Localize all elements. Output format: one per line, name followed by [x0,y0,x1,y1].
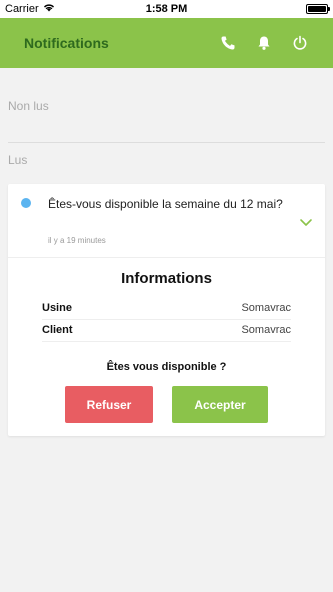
page-title: Notifications [24,35,109,51]
section-unread-label: Non lus [8,99,49,113]
app-bar: Notifications [0,18,333,68]
detail-row-client: Client Somavrac [42,320,291,340]
accept-button[interactable]: Accepter [172,386,268,423]
detail-label: Usine [42,302,72,314]
bell-icon[interactable] [255,34,273,52]
refuse-button[interactable]: Refuser [65,386,153,423]
detail-row-usine: Usine Somavrac [42,298,291,318]
power-icon[interactable] [291,34,309,52]
notification-card[interactable]: Êtes-vous disponible la semaine du 12 ma… [8,184,325,436]
row-divider [42,341,291,342]
chevron-down-icon[interactable] [299,218,313,228]
detail-value: Somavrac [241,302,291,314]
section-read-label: Lus [8,153,28,167]
availability-question: Êtes vous disponible ? [106,361,227,373]
app-bar-actions [219,34,309,52]
card-divider [8,257,325,258]
unread-dot [21,198,31,208]
notification-time: il y a 19 minutes [48,236,106,245]
detail-label: Client [42,324,73,336]
details-title: Informations [121,270,212,287]
phone-icon[interactable] [219,34,237,52]
detail-value: Somavrac [241,324,291,336]
section-divider [8,142,325,143]
carrier-label: Carrier [5,3,39,15]
status-left: Carrier [5,3,55,15]
battery-icon [306,4,330,14]
status-bar: Carrier 1:58 PM [0,0,333,18]
battery-level [308,6,326,12]
wifi-icon [43,3,55,15]
notification-message: Êtes-vous disponible la semaine du 12 ma… [48,197,283,211]
